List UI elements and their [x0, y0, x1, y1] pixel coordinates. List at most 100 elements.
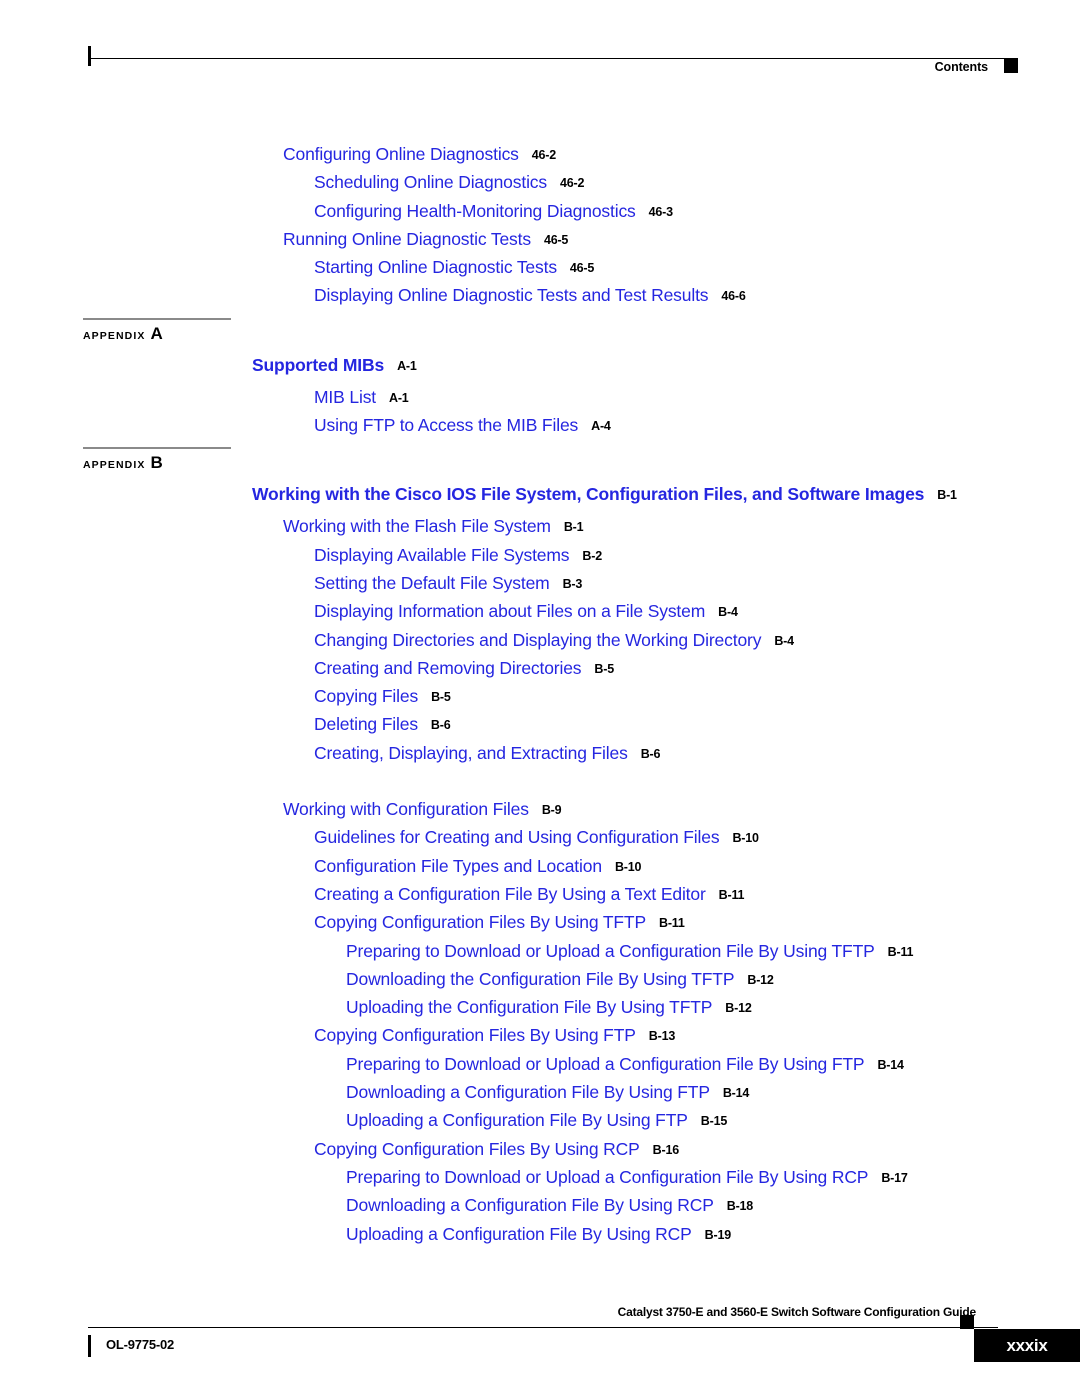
- toc-entry-level-2[interactable]: Setting the Default File System B-3: [0, 569, 1080, 597]
- toc-entry-title[interactable]: Copying Configuration Files By Using RCP: [314, 1139, 640, 1159]
- toc-entry-level-3[interactable]: Preparing to Download or Upload a Config…: [0, 1050, 1080, 1078]
- toc-entry-level-1[interactable]: Working with Configuration Files B-9: [0, 795, 1080, 823]
- appendix-title-page-number: B-1: [937, 488, 957, 503]
- toc-entry-page-number: B-17: [881, 1170, 908, 1185]
- toc-entry-level-1[interactable]: Working with the Flash File System B-1: [0, 512, 1080, 540]
- toc-entry-title[interactable]: Using FTP to Access the MIB Files: [314, 415, 578, 435]
- toc-entry-level-1[interactable]: Configuring Online Diagnostics 46-2: [0, 140, 1080, 168]
- toc-group-chapter-46-continued: Configuring Online Diagnostics 46-2 Schedu…: [0, 140, 1080, 310]
- toc-entry-title[interactable]: Working with Configuration Files: [283, 799, 529, 819]
- toc-entry-page-number: B-12: [747, 972, 774, 987]
- toc-entry-level-2[interactable]: Guidelines for Creating and Using Config…: [0, 823, 1080, 851]
- toc-entry-level-2[interactable]: MIB List A-1: [0, 383, 1080, 411]
- toc-entry-title[interactable]: Uploading the Configuration File By Usin…: [346, 997, 712, 1017]
- toc-entry-title[interactable]: Copying Files: [314, 686, 418, 706]
- toc-entry-level-2[interactable]: Copying Configuration Files By Using RCP…: [0, 1135, 1080, 1163]
- toc-entry-level-2[interactable]: Displaying Information about Files on a …: [0, 597, 1080, 625]
- toc-entry-page-number: 46-2: [531, 148, 556, 162]
- toc-entry-title[interactable]: Uploading a Configuration File By Using …: [346, 1110, 688, 1130]
- toc-entry-level-2[interactable]: Copying Configuration Files By Using FTP…: [0, 1021, 1080, 1049]
- toc-entry-level-2[interactable]: Creating and Removing Directories B-5: [0, 654, 1080, 682]
- toc-entry-title[interactable]: Configuration File Types and Location: [314, 856, 602, 876]
- toc-entry-page-number: 46-2: [560, 176, 585, 191]
- toc-entry-title[interactable]: Running Online Diagnostic Tests: [283, 229, 531, 249]
- toc-entry-level-3[interactable]: Uploading a Configuration File By Using …: [0, 1220, 1080, 1248]
- footer-black-square-marker-icon: [960, 1315, 974, 1329]
- toc-entry-level-2[interactable]: Configuring Health-Monitoring Diagnostic…: [0, 197, 1080, 225]
- toc-entry-page-number: B-6: [640, 746, 661, 761]
- toc-entry-level-3[interactable]: Downloading a Configuration File By Usin…: [0, 1078, 1080, 1106]
- appendix-label-line: APPENDIX B: [83, 454, 243, 472]
- toc-entry-title[interactable]: Downloading the Configuration File By Us…: [346, 969, 735, 989]
- toc-section-gap: [0, 767, 1080, 795]
- toc-entry-title[interactable]: Working with the Flash File System: [283, 516, 551, 536]
- appendix-title-text[interactable]: Working with the Cisco IOS File System, …: [252, 484, 924, 504]
- toc-entry-title[interactable]: Downloading a Configuration File By Usin…: [346, 1082, 710, 1102]
- toc-entry-level-2[interactable]: Configuration File Types and Location B-1…: [0, 852, 1080, 880]
- toc-entry-title[interactable]: Creating and Removing Directories: [314, 658, 582, 678]
- toc-entry-page-number: 46-6: [721, 289, 746, 304]
- toc-entry-title[interactable]: Preparing to Download or Upload a Config…: [346, 1054, 865, 1074]
- toc-entry-level-2[interactable]: Copying Configuration Files By Using TFT…: [0, 908, 1080, 936]
- toc-entry-title[interactable]: Configuring Health-Monitoring Diagnostic…: [314, 201, 636, 221]
- toc-entry-level-2[interactable]: Scheduling Online Diagnostics 46-2: [0, 168, 1080, 196]
- toc-entry-level-2[interactable]: Displaying Online Diagnostic Tests and T…: [0, 281, 1080, 309]
- toc-entry-level-3[interactable]: Downloading a Configuration File By Usin…: [0, 1191, 1080, 1219]
- appendix-rule: [83, 447, 231, 450]
- appendix-word-label: APPENDIX: [83, 329, 146, 342]
- page-footer: Catalyst 3750-E and 3560-E Switch Softwa…: [88, 1305, 1080, 1375]
- toc-entry-level-2[interactable]: Deleting Files B-6: [0, 710, 1080, 738]
- toc-entry-title[interactable]: Configuring Online Diagnostics: [283, 144, 519, 164]
- toc-entry-title[interactable]: Displaying Online Diagnostic Tests and T…: [314, 285, 709, 305]
- toc-entry-level-3[interactable]: Preparing to Download or Upload a Config…: [0, 1163, 1080, 1191]
- toc-entry-title[interactable]: Displaying Available File Systems: [314, 545, 570, 565]
- toc-entry-level-2[interactable]: Starting Online Diagnostic Tests 46-5: [0, 253, 1080, 281]
- toc-entry-title[interactable]: Uploading a Configuration File By Using …: [346, 1224, 692, 1244]
- toc-entry-title[interactable]: Setting the Default File System: [314, 573, 550, 593]
- toc-entry-title[interactable]: Guidelines for Creating and Using Config…: [314, 827, 720, 847]
- toc-entry-level-3[interactable]: Uploading a Configuration File By Using …: [0, 1106, 1080, 1134]
- page-header: Contents: [88, 46, 1018, 86]
- footer-guide-title: Catalyst 3750-E and 3560-E Switch Softwa…: [617, 1305, 977, 1319]
- toc-entry-title[interactable]: Preparing to Download or Upload a Config…: [346, 1167, 868, 1187]
- toc-entry-level-3[interactable]: Uploading the Configuration File By Usin…: [0, 993, 1080, 1021]
- appendix-letter-label: B: [150, 453, 163, 473]
- appendix-title-row[interactable]: Supported MIBs A-1: [0, 350, 1080, 380]
- appendix-letter-label: A: [150, 323, 163, 343]
- toc-entry-page-number: B-3: [562, 576, 583, 591]
- toc-entry-page-number: B-5: [431, 690, 451, 705]
- toc-entry-title[interactable]: Preparing to Download or Upload a Config…: [346, 941, 875, 961]
- toc-entry-page-number: B-16: [652, 1142, 679, 1157]
- toc-entry-level-3[interactable]: Preparing to Download or Upload a Config…: [0, 937, 1080, 965]
- toc-entry-level-2[interactable]: Creating, Displaying, and Extracting Fil…: [0, 739, 1080, 767]
- toc-entry-page-number: B-9: [541, 803, 562, 818]
- toc-entry-level-2[interactable]: Using FTP to Access the MIB Files A-4: [0, 411, 1080, 439]
- appendix-title-text[interactable]: Supported MIBs: [252, 355, 384, 375]
- toc-entry-page-number: A-4: [591, 419, 611, 434]
- toc-entry-page-number: B-2: [582, 548, 602, 563]
- toc-entry-level-3[interactable]: Downloading the Configuration File By Us…: [0, 965, 1080, 993]
- toc-entry-level-2[interactable]: Copying Files B-5: [0, 682, 1080, 710]
- toc-entry-title[interactable]: Starting Online Diagnostic Tests: [314, 257, 557, 277]
- toc-entry-page-number: A-1: [389, 390, 409, 405]
- toc-entry-title[interactable]: Copying Configuration Files By Using FTP: [314, 1025, 636, 1045]
- toc-entry-title[interactable]: Creating a Configuration File By Using a…: [314, 884, 706, 904]
- toc-entry-title[interactable]: Deleting Files: [314, 714, 418, 734]
- toc-entry-title[interactable]: Creating, Displaying, and Extracting Fil…: [314, 743, 628, 763]
- toc-entry-title[interactable]: MIB List: [314, 387, 376, 407]
- toc-entry-page-number: B-13: [648, 1029, 676, 1044]
- toc-entry-title[interactable]: Downloading a Configuration File By Usin…: [346, 1195, 714, 1215]
- table-of-contents: Configuring Online Diagnostics 46-2 Schedu…: [0, 140, 1080, 1248]
- toc-entry-title[interactable]: Scheduling Online Diagnostics: [314, 172, 547, 192]
- footer-rule: [88, 1327, 998, 1328]
- toc-entry-page-number: B-1: [563, 520, 584, 535]
- toc-entry-title[interactable]: Displaying Information about Files on a …: [314, 601, 705, 621]
- toc-entry-title[interactable]: Changing Directories and Displaying the …: [314, 630, 761, 650]
- toc-entry-level-2[interactable]: Creating a Configuration File By Using a…: [0, 880, 1080, 908]
- toc-entry-level-1[interactable]: Running Online Diagnostic Tests 46-5: [0, 225, 1080, 253]
- toc-entry-page-number: B-15: [700, 1114, 728, 1129]
- toc-entry-level-2[interactable]: Changing Directories and Displaying the …: [0, 626, 1080, 654]
- toc-entry-level-2[interactable]: Displaying Available File Systems B-2: [0, 541, 1080, 569]
- appendix-title-row[interactable]: Working with the Cisco IOS File System, …: [0, 479, 1080, 509]
- toc-entry-title[interactable]: Copying Configuration Files By Using TFT…: [314, 912, 646, 932]
